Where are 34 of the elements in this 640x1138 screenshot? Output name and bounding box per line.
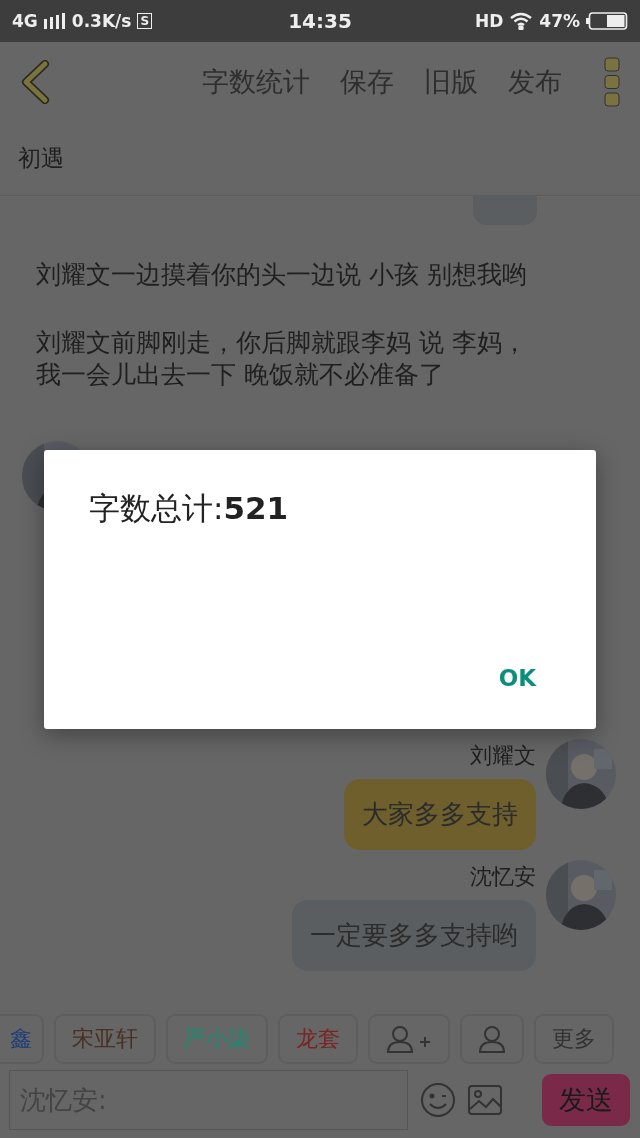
battery-percent: 47%: [539, 11, 580, 31]
sim-badge: S: [137, 13, 153, 29]
emoji-icon[interactable]: [420, 1082, 456, 1118]
add-character-chip[interactable]: [368, 1014, 450, 1064]
hd-label: HD: [474, 11, 504, 31]
toolbar-action[interactable]: 保存: [340, 64, 394, 100]
chapter-title: 初遇: [18, 144, 64, 173]
add-person-icon: [386, 1025, 432, 1053]
back-icon[interactable]: [20, 60, 50, 104]
toolbar-action[interactable]: 发布: [508, 64, 562, 100]
battery-icon: [586, 12, 628, 30]
image-icon[interactable]: [468, 1085, 502, 1115]
chat-bubble: 大家多多支持: [344, 779, 536, 850]
narration-text: 刘耀文一边摸着你的头一边说 小孩 别想我哟: [35, 259, 528, 291]
speaker-name: 沈忆安: [470, 863, 536, 891]
signal-icon: [43, 13, 66, 29]
dialog-message: 字数总计:521: [89, 489, 290, 528]
send-button[interactable]: 发送: [542, 1074, 630, 1126]
narration-text: 刘耀文前脚刚走，你后脚就跟李妈 说 李妈，我一会儿出去一下 晚饭就不必准备了: [35, 327, 528, 391]
more-menu-icon[interactable]: [604, 57, 620, 107]
clock: 14:35: [288, 9, 352, 33]
character-chip[interactable]: 鑫: [0, 1014, 44, 1064]
character-chip[interactable]: 严小柒: [166, 1014, 268, 1064]
network-speed: 0.3K/s: [71, 11, 132, 31]
character-chip[interactable]: [460, 1014, 524, 1064]
toolbar-action[interactable]: 字数统计: [202, 64, 310, 100]
wifi-icon: [509, 12, 534, 30]
character-chip[interactable]: 龙套: [278, 1014, 358, 1064]
character-chip[interactable]: 宋亚轩: [54, 1014, 156, 1064]
network-type: 4G: [12, 11, 38, 31]
person-icon: [478, 1025, 506, 1053]
ok-button[interactable]: OK: [488, 661, 546, 695]
toolbar-action[interactable]: 旧版: [424, 64, 478, 100]
speaker-name: 刘耀文: [470, 742, 536, 770]
